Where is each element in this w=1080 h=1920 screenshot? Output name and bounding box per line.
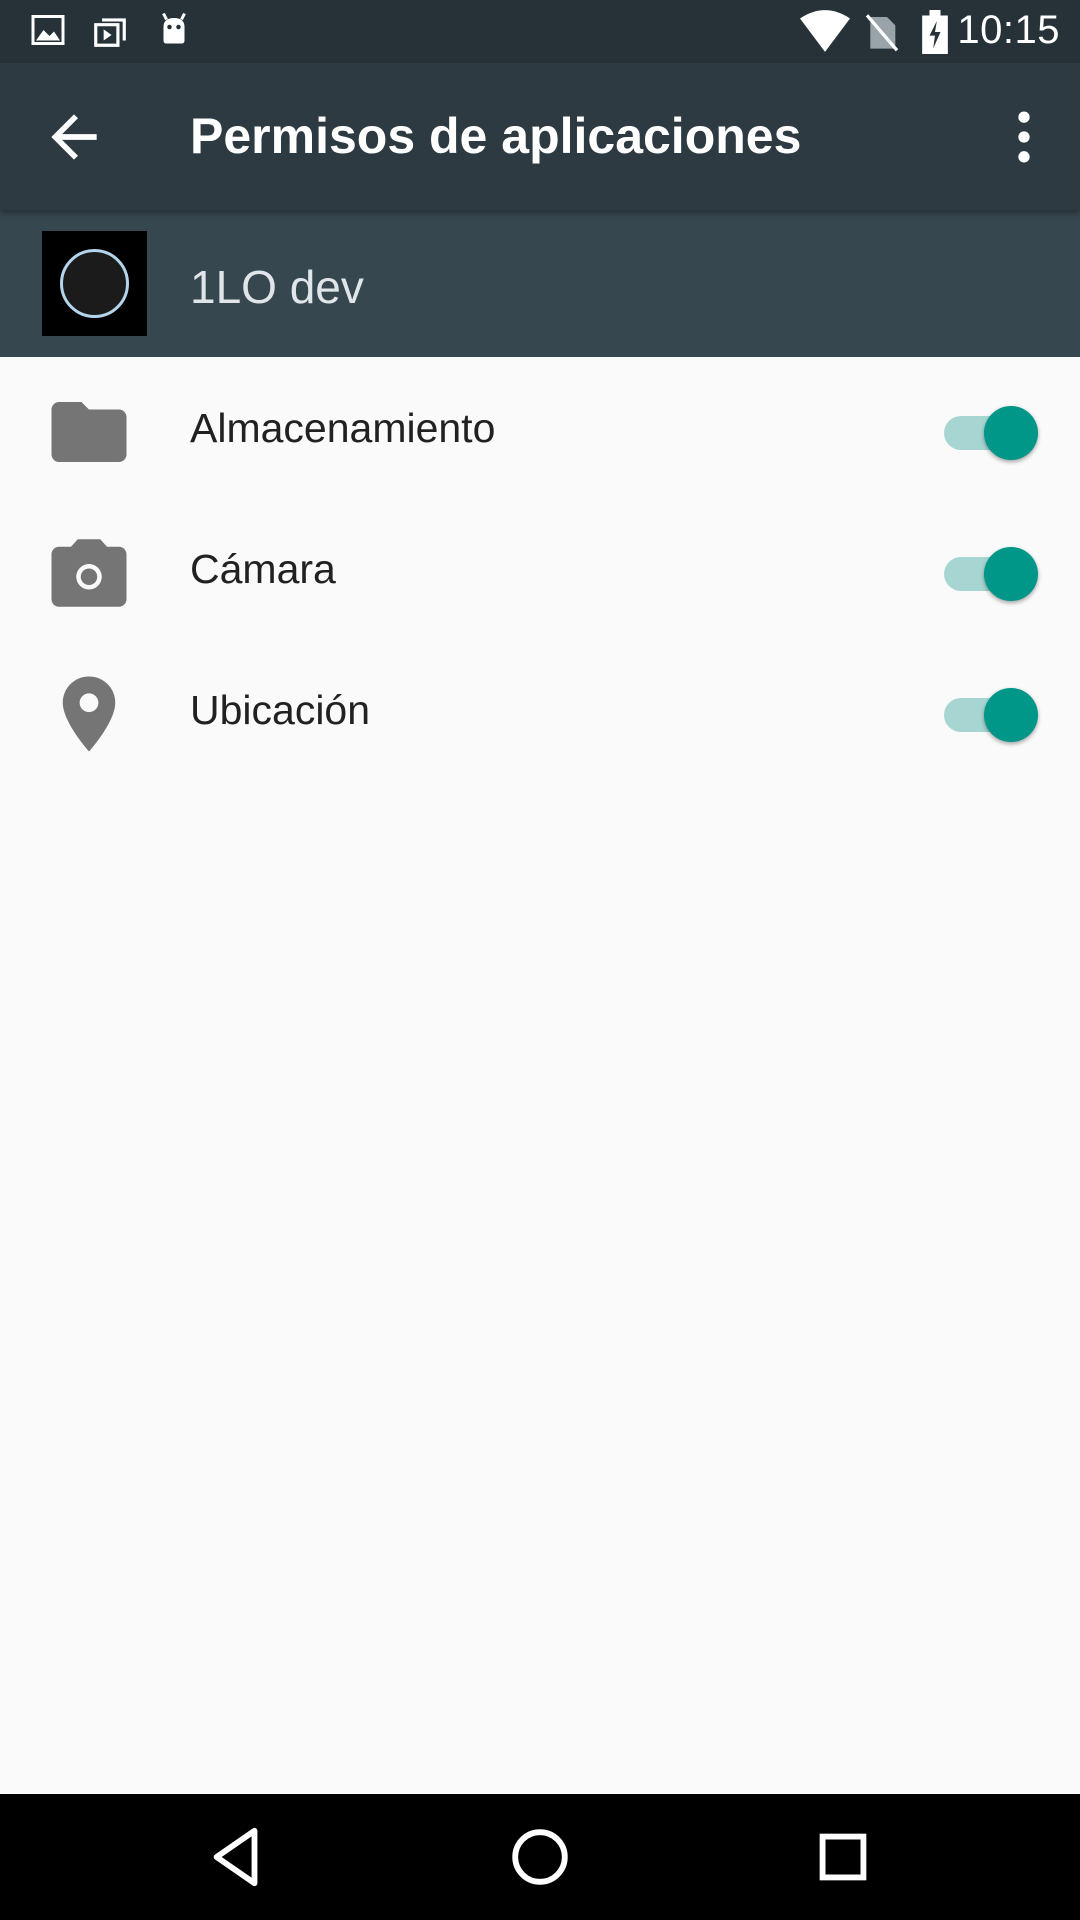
nav-back-button[interactable] [202, 1822, 272, 1892]
nav-recents-button[interactable] [808, 1822, 878, 1892]
home-circle-icon [512, 1829, 568, 1885]
play-store-icon [94, 18, 126, 47]
permission-label: Cámara [190, 546, 336, 592]
camera-icon [51, 539, 127, 607]
permission-item-camera[interactable]: Cámara [0, 498, 1080, 639]
more-vert-icon [1018, 111, 1030, 163]
location-toggle[interactable] [944, 684, 1038, 742]
arrow-back-icon [51, 114, 97, 160]
folder-icon [51, 402, 127, 462]
toolbar: Permisos de aplicaciones [0, 63, 1080, 210]
app-name: 1LO dev [190, 261, 364, 313]
camera-toggle[interactable] [944, 543, 1038, 601]
image-icon [31, 15, 65, 45]
back-triangle-icon [213, 1827, 258, 1887]
status-bar: 10:15 [0, 0, 1080, 63]
permission-label: Almacenamiento [190, 405, 496, 451]
no-sim-icon [865, 14, 899, 52]
battery-charging-icon [922, 10, 948, 54]
permission-item-storage[interactable]: Almacenamiento [0, 357, 1080, 498]
recents-square-icon [819, 1833, 867, 1881]
permission-label: Ubicación [190, 687, 371, 733]
app-header: 1LO dev [0, 210, 1080, 357]
more-options-button[interactable] [990, 103, 1058, 171]
app-icon [42, 231, 147, 336]
permission-item-location[interactable]: Ubicación [0, 639, 1080, 780]
wifi-icon [800, 10, 850, 52]
back-button[interactable] [40, 103, 108, 171]
storage-toggle[interactable] [944, 402, 1038, 460]
page-title: Permisos de aplicaciones [190, 108, 802, 164]
location-pin-icon [62, 676, 116, 752]
status-time: 10:15 [957, 8, 1060, 52]
navigation-bar [0, 1794, 1080, 1920]
android-icon [162, 12, 186, 44]
nav-home-button[interactable] [505, 1822, 575, 1892]
